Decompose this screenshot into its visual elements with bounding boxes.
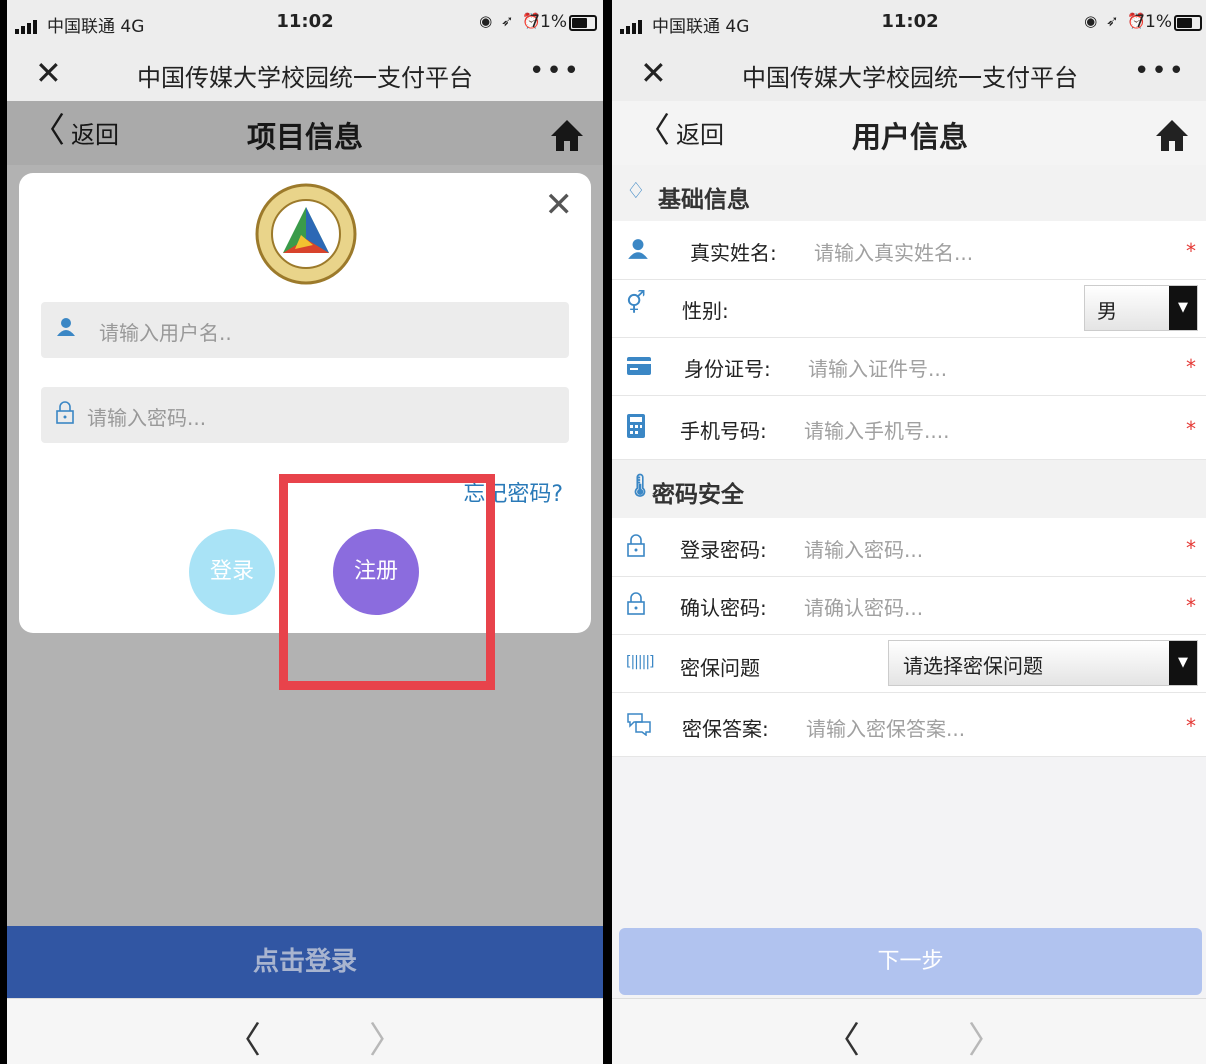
calculator-icon [627,414,645,438]
security-answer-input[interactable]: 请输入密保答案... [806,713,965,742]
gender-label: 性别: [682,299,729,323]
gender-icon: ⚥ [626,291,646,316]
lock-icon [56,401,74,424]
dropdown-arrow-icon: ▼ [1169,641,1197,685]
gender-select[interactable]: 男 ▼ [1084,285,1198,331]
realname-label: 真实姓名: [690,241,777,265]
dropdown-arrow-icon: ▼ [1169,286,1197,330]
chat-icon [627,713,651,736]
login-password-row[interactable]: 登录密码: 请输入密码... * [612,518,1206,577]
required-mark: * [1186,594,1196,618]
battery-percent: 71% [529,12,567,32]
battery-icon [569,15,597,31]
highlight-box [279,474,495,690]
section-title: 密码安全 [652,482,744,508]
browser-bottom-bar: 〈 〉 [612,998,1206,1064]
idnumber-input[interactable]: 请输入证件号... [808,353,947,382]
page-nav-bar: 〈返回 用户信息 [612,101,1206,165]
page-title: 用户信息 [851,120,968,154]
app-title: 中国传媒大学校园统一支付平台 [137,64,473,92]
university-logo [255,183,357,285]
idnumber-row[interactable]: 身份证号: 请输入证件号... * [612,337,1206,396]
section-password-security: 🌡 密码安全 [612,460,1206,518]
status-bar: 中国联通 4G 11:02 ◉ ➶ ⏰ 71% [612,0,1206,46]
login-password-label: 登录密码: [680,538,767,562]
user-icon [628,239,648,259]
id-card-icon [627,357,651,375]
security-question-value: 请选择密保问题 [903,654,1043,678]
barcode-icon: [|||||] [626,654,654,670]
realname-row[interactable]: 真实姓名: 请输入真实姓名... * [612,221,1206,280]
login-password-input[interactable]: 请输入密码... [804,534,923,563]
required-mark: * [1186,536,1196,560]
wechat-title-bar: ✕ 中国传媒大学校园统一支付平台 ••• [7,46,603,101]
close-modal-icon[interactable]: ✕ [545,185,574,225]
username-placeholder: 请输入用户名.. [99,321,232,345]
phone-row[interactable]: 手机号码: 请输入手机号.... * [612,395,1206,460]
required-mark: * [1186,239,1196,263]
gender-value: 男 [1097,299,1117,323]
lock-icon [627,592,645,615]
username-field[interactable]: 请输入用户名.. [41,302,569,358]
confirm-password-label: 确认密码: [680,596,767,620]
password-placeholder: 请输入密码... [87,406,207,430]
thermometer-icon: 🌡 [626,474,654,499]
more-menu-icon[interactable]: ••• [1134,56,1186,86]
phone-label: 手机号码: [680,419,767,443]
more-menu-icon[interactable]: ••• [529,56,581,86]
password-field[interactable]: 请输入密码... [41,387,569,443]
home-icon[interactable] [1154,118,1190,152]
login-button[interactable]: 登录 [189,529,275,615]
status-bar: 中国联通 4G 11:02 ◉ ➶ ⏰ 71% [7,0,603,46]
browser-bottom-bar: 〈 〉 [7,998,603,1064]
security-question-label: 密保问题 [680,656,760,680]
click-login-button[interactable]: 点击登录 [7,926,603,998]
lock-icon [627,534,645,557]
security-answer-label: 密保答案: [682,717,769,741]
browser-back-icon[interactable]: 〈 [824,1011,860,1063]
browser-back-icon[interactable]: 〈 [225,1011,261,1063]
left-phone-screen: 中国联通 4G 11:02 ◉ ➶ ⏰ 71% ✕ 中国传媒大学校园统一支付平台… [7,0,603,1064]
app-title: 中国传媒大学校园统一支付平台 [742,64,1078,92]
section-title: 基础信息 [658,187,750,213]
phone-input[interactable]: 请输入手机号.... [804,415,949,444]
user-icon [57,318,75,336]
idnumber-label: 身份证号: [684,357,771,381]
confirm-password-input[interactable]: 请确认密码... [804,592,923,621]
battery-percent: 71% [1134,12,1172,32]
wechat-title-bar: ✕ 中国传媒大学校园统一支付平台 ••• [612,46,1206,101]
security-question-select[interactable]: 请选择密保问题 ▼ [888,640,1198,686]
required-mark: * [1186,355,1196,379]
battery-icon [1174,15,1202,31]
realname-input[interactable]: 请输入真实姓名... [814,237,973,266]
gender-row[interactable]: ⚥ 性别: 男 ▼ [612,279,1206,338]
right-phone-screen: 中国联通 4G 11:02 ◉ ➶ ⏰ 71% ✕ 中国传媒大学校园统一支付平台… [612,0,1206,1064]
section-basic-info: ♢ 基础信息 [612,165,1206,221]
browser-forward-icon[interactable]: 〉 [968,1011,1004,1063]
required-mark: * [1186,714,1196,738]
required-mark: * [1186,417,1196,441]
lightbulb-icon: ♢ [626,179,646,204]
confirm-password-row[interactable]: 确认密码: 请确认密码... * [612,576,1206,635]
next-step-button[interactable]: 下一步 [619,928,1202,995]
security-answer-row[interactable]: 密保答案: 请输入密保答案... * [612,692,1206,757]
browser-forward-icon[interactable]: 〉 [369,1011,405,1063]
security-question-row[interactable]: [|||||] 密保问题 请选择密保问题 ▼ [612,634,1206,693]
